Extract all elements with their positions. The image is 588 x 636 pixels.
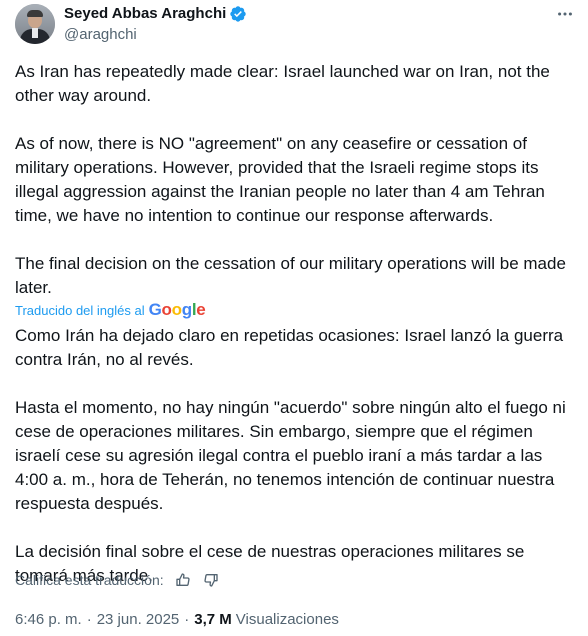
tweet-text: As Iran has repeatedly made clear: Israe… (15, 60, 573, 300)
verified-badge-icon[interactable] (229, 5, 247, 23)
translation-paragraph: Hasta el momento, no hay ningún "acuerdo… (15, 398, 566, 513)
translated-label: Traducido del inglés al (15, 302, 145, 318)
tweet-date[interactable]: 23 jun. 2025 (97, 611, 180, 628)
tweet-header: Seyed Abbas Araghchi @araghchi (15, 4, 575, 48)
tweet-meta: 6:46 p. m. · 23 jun. 2025 · 3,7 M Visual… (15, 611, 339, 628)
separator: · (184, 611, 190, 628)
author-handle[interactable]: @araghchi (64, 25, 137, 45)
tweet-paragraph: The final decision on the cessation of o… (15, 254, 566, 297)
more-options-icon[interactable] (555, 4, 575, 24)
translation-paragraph: Como Irán ha dejado claro en repetidas o… (15, 326, 564, 369)
author-name-row[interactable]: Seyed Abbas Araghchi (64, 4, 247, 24)
thumbs-up-icon[interactable] (174, 571, 192, 589)
rate-label: Califica esta traducción: (15, 572, 164, 588)
separator: · (86, 611, 92, 628)
tweet-paragraph: As of now, there is NO "agreement" on an… (15, 134, 545, 225)
views-label: Visualizaciones (235, 611, 339, 628)
rate-translation: Califica esta traducción: (15, 571, 220, 589)
thumbs-down-icon[interactable] (202, 571, 220, 589)
translated-by-google-link[interactable]: Traducido del inglés al Google (15, 300, 206, 320)
translated-text: Como Irán ha dejado claro en repetidas o… (15, 324, 575, 588)
google-logo: Google (148, 300, 206, 319)
views-count: 3,7 M (194, 611, 232, 628)
avatar[interactable] (15, 4, 55, 44)
tweet-paragraph: As Iran has repeatedly made clear: Israe… (15, 62, 550, 105)
author-name[interactable]: Seyed Abbas Araghchi (64, 4, 226, 24)
tweet-time[interactable]: 6:46 p. m. (15, 611, 82, 628)
